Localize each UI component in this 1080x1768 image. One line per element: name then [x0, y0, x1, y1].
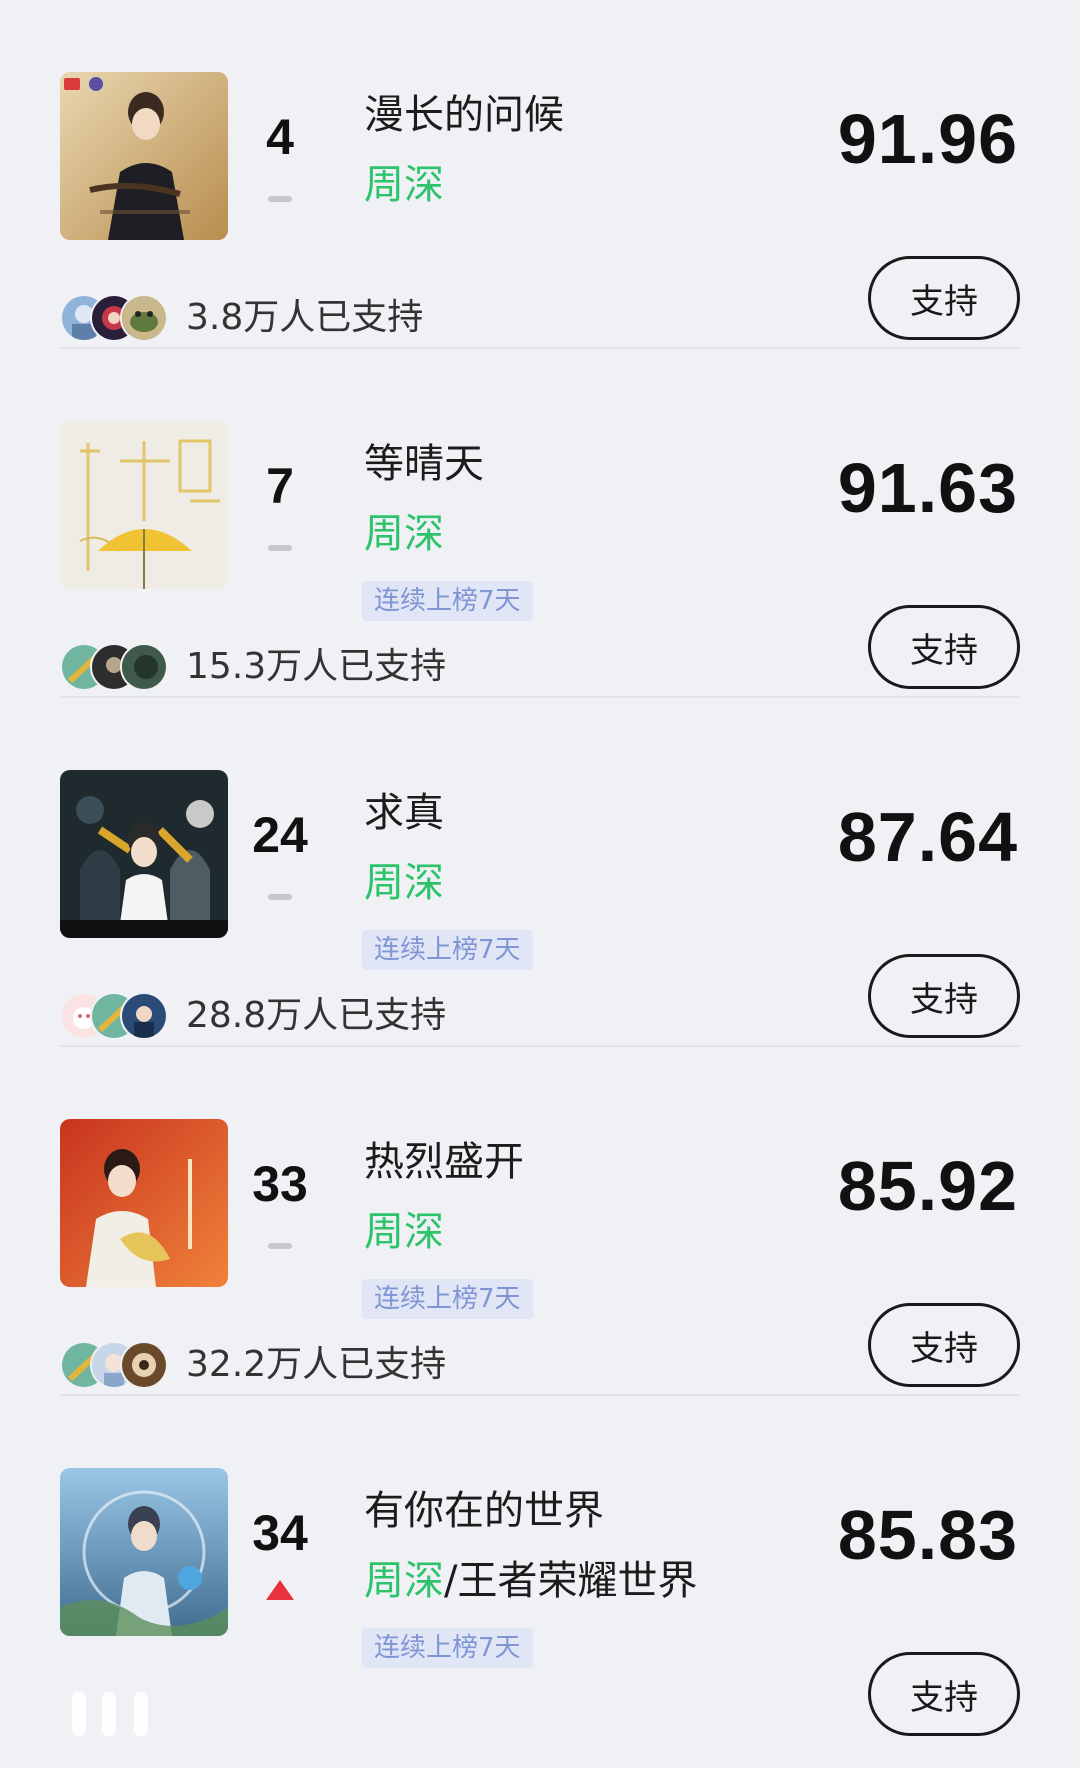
artist-extra[interactable]: /王者荣耀世界	[444, 1558, 697, 1604]
artist-line: 周深	[364, 858, 444, 908]
rank-number: 7	[266, 458, 294, 514]
streak-badge: 连续上榜7天	[362, 930, 533, 970]
streak-badge: 连续上榜7天	[362, 581, 533, 621]
song-title[interactable]: 有你在的世界	[364, 1486, 604, 1536]
score: 91.63	[837, 449, 1018, 527]
supporter-avatars-loading	[72, 1692, 172, 1736]
artist-name[interactable]: 周深	[364, 1209, 444, 1255]
score: 91.96	[837, 100, 1018, 178]
score: 85.83	[837, 1496, 1018, 1574]
chart-row: 24 求真 周深 连续上榜7天 87.64 28.8万人已支持 支持	[0, 698, 1080, 1047]
song-title[interactable]: 等晴天	[364, 439, 484, 489]
chart-list: 4 漫长的问候 周深 91.96 3.8万人已支持 支持 7 等晴天 周深 连续…	[0, 0, 1080, 1768]
support-button[interactable]: 支持	[868, 954, 1020, 1038]
support-button[interactable]: 支持	[868, 256, 1020, 340]
rank-number: 34	[252, 1505, 308, 1561]
album-cover[interactable]	[60, 72, 228, 240]
artist-line: 周深	[364, 160, 444, 210]
avatar	[120, 1341, 168, 1389]
album-cover-art	[60, 72, 228, 240]
trend-up-icon	[266, 1580, 294, 1600]
artist-name[interactable]: 周深	[364, 162, 444, 208]
streak-badge: 连续上榜7天	[362, 1279, 533, 1319]
song-title[interactable]: 热烈盛开	[364, 1137, 524, 1187]
trend-flat-icon	[268, 545, 292, 551]
rank-number: 4	[266, 109, 294, 165]
artist-line: 周深	[364, 1207, 444, 1257]
support-count: 3.8万人已支持	[186, 297, 424, 338]
rank-number: 33	[252, 1156, 308, 1212]
artist-name[interactable]: 周深	[364, 1558, 444, 1604]
album-cover-art	[60, 1468, 228, 1636]
song-title[interactable]: 漫长的问候	[364, 90, 564, 140]
support-button[interactable]: 支持	[868, 605, 1020, 689]
album-cover-art	[60, 770, 228, 938]
score: 85.92	[837, 1147, 1018, 1225]
avatar	[120, 992, 168, 1040]
album-cover[interactable]	[60, 770, 228, 938]
support-button[interactable]: 支持	[868, 1303, 1020, 1387]
score: 87.64	[837, 798, 1018, 876]
artist-name[interactable]: 周深	[364, 511, 444, 557]
artist-line: 周深/王者荣耀世界	[364, 1556, 697, 1606]
artist-line: 周深	[364, 509, 444, 559]
avatar	[120, 643, 168, 691]
chart-row: 4 漫长的问候 周深 91.96 3.8万人已支持 支持	[0, 0, 1080, 349]
artist-name[interactable]: 周深	[364, 860, 444, 906]
avatar	[120, 294, 168, 342]
support-button[interactable]: 支持	[868, 1652, 1020, 1736]
song-title[interactable]: 求真	[364, 788, 444, 838]
trend-flat-icon	[268, 196, 292, 202]
album-cover-art	[60, 1119, 228, 1287]
album-cover[interactable]	[60, 421, 228, 589]
chart-row: 33 热烈盛开 周深 连续上榜7天 85.92 32.2万人已支持 支持	[0, 1047, 1080, 1396]
album-cover[interactable]	[60, 1119, 228, 1287]
chart-row: 7 等晴天 周深 连续上榜7天 91.63 15.3万人已支持 支持	[0, 349, 1080, 698]
album-cover[interactable]	[60, 1468, 228, 1636]
streak-badge: 连续上榜7天	[362, 1628, 533, 1668]
support-count: 15.3万人已支持	[186, 646, 447, 687]
trend-flat-icon	[268, 1243, 292, 1249]
support-count: 28.8万人已支持	[186, 995, 447, 1036]
trend-flat-icon	[268, 894, 292, 900]
rank-number: 24	[252, 807, 308, 863]
album-cover-art	[60, 421, 228, 589]
support-count: 32.2万人已支持	[186, 1344, 447, 1385]
